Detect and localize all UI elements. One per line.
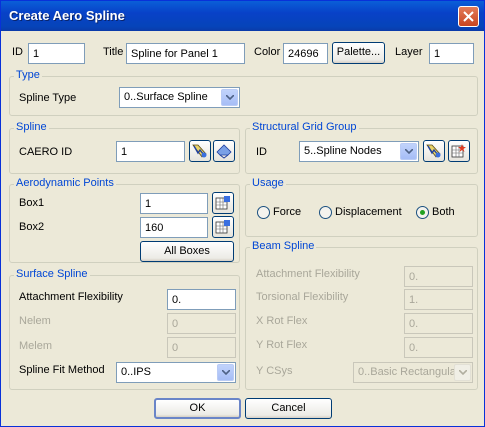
- usage-group-label: Usage: [250, 177, 286, 189]
- cancel-button[interactable]: Cancel: [245, 398, 332, 419]
- structural-grid-group-label: Structural Grid Group: [250, 121, 359, 133]
- close-button[interactable]: [458, 6, 479, 27]
- grid-id-label: ID: [256, 146, 267, 158]
- spline-type-select[interactable]: 0..Surface Spline: [119, 87, 240, 108]
- color-label: Color: [254, 46, 281, 58]
- chevron-down-icon[interactable]: [400, 143, 417, 160]
- chevron-down-icon[interactable]: [217, 364, 234, 381]
- y-csys-label: Y CSys: [256, 365, 293, 377]
- usage-both-radio[interactable]: [416, 206, 429, 219]
- title-label: Title: [103, 46, 124, 58]
- caero-id-label: CAERO ID: [19, 146, 73, 158]
- spline-fit-method-value: 0..IPS: [121, 366, 151, 378]
- palette-button[interactable]: Palette...: [332, 42, 385, 64]
- close-icon: [463, 11, 474, 22]
- caero-select-button[interactable]: [189, 140, 211, 162]
- window-title: Create Aero Spline: [9, 8, 125, 23]
- layer-input[interactable]: [429, 43, 474, 64]
- y-rot-flex-input[interactable]: [404, 337, 473, 358]
- box2-pick-button[interactable]: [212, 216, 234, 238]
- select-pick-icon: [192, 144, 207, 158]
- beam-spline-label: Beam Spline: [250, 240, 317, 252]
- nelem-input[interactable]: [167, 313, 236, 334]
- melem-input[interactable]: [167, 337, 236, 358]
- aero-panel-icon: [216, 144, 232, 159]
- grid-pick-icon: [215, 196, 230, 210]
- all-boxes-button[interactable]: All Boxes: [140, 241, 234, 262]
- type-group: [9, 76, 478, 116]
- spline-fit-method-select[interactable]: 0..IPS: [116, 362, 236, 383]
- layer-label: Layer: [395, 46, 423, 58]
- ok-button[interactable]: OK: [154, 398, 241, 419]
- torsional-flex-label: Torsional Flexibility: [256, 291, 349, 303]
- id-label: ID: [12, 46, 23, 58]
- color-input[interactable]: [283, 43, 328, 64]
- surface-attach-flex-label: Attachment Flexibility: [19, 291, 123, 303]
- usage-displacement-radio[interactable]: [319, 206, 332, 219]
- spline-group-label: Spline: [14, 121, 49, 133]
- spline-type-label: Spline Type: [19, 92, 77, 104]
- grid-group-value: 5..Spline Nodes: [304, 145, 382, 157]
- grid-select-button[interactable]: [423, 140, 445, 162]
- spline-fit-method-label: Spline Fit Method: [19, 364, 105, 376]
- create-aero-spline-dialog: Create Aero Spline ID Title Color Palett…: [0, 0, 485, 427]
- grid-pick-icon: [215, 220, 230, 234]
- caero-id-input[interactable]: [116, 141, 185, 162]
- id-input[interactable]: [28, 43, 85, 64]
- title-input[interactable]: [126, 43, 245, 64]
- usage-force-radio[interactable]: [257, 206, 270, 219]
- y-rot-flex-label: Y Rot Flex: [256, 339, 308, 351]
- melem-label: Melem: [19, 340, 53, 352]
- surface-spline-label: Surface Spline: [14, 268, 90, 280]
- chevron-down-icon: [454, 364, 471, 381]
- x-rot-flex-label: X Rot Flex: [256, 315, 308, 327]
- box1-input[interactable]: [140, 193, 208, 214]
- box2-input[interactable]: [140, 217, 208, 238]
- type-group-label: Type: [14, 69, 42, 81]
- y-csys-value: 0..Basic Rectangular: [358, 366, 460, 378]
- nelem-label: Nelem: [19, 315, 51, 327]
- spline-type-value: 0..Surface Spline: [124, 91, 208, 103]
- radio-selected-dot: [420, 210, 425, 215]
- usage-force-label[interactable]: Force: [273, 206, 301, 218]
- beam-attach-flex-label: Attachment Flexibility: [256, 268, 360, 280]
- beam-attach-flex-input[interactable]: [404, 266, 473, 287]
- x-rot-flex-input[interactable]: [404, 313, 473, 334]
- caero-show-button[interactable]: [213, 140, 235, 162]
- aerodynamic-points-label: Aerodynamic Points: [14, 177, 116, 189]
- y-csys-select[interactable]: 0..Basic Rectangular: [353, 362, 473, 383]
- grid-new-button[interactable]: [448, 140, 470, 162]
- title-bar[interactable]: Create Aero Spline: [1, 1, 484, 31]
- chevron-down-icon[interactable]: [221, 89, 238, 106]
- usage-both-label[interactable]: Both: [432, 206, 455, 218]
- grid-group-select[interactable]: 5..Spline Nodes: [299, 141, 419, 162]
- box2-label: Box2: [19, 221, 45, 233]
- surface-attach-flex-input[interactable]: [167, 289, 236, 310]
- usage-displacement-label[interactable]: Displacement: [335, 206, 402, 218]
- select-pick-icon: [426, 144, 441, 158]
- new-group-icon: [451, 144, 466, 158]
- box1-pick-button[interactable]: [212, 192, 234, 214]
- box1-label: Box1: [19, 197, 45, 209]
- torsional-flex-input[interactable]: [404, 289, 473, 310]
